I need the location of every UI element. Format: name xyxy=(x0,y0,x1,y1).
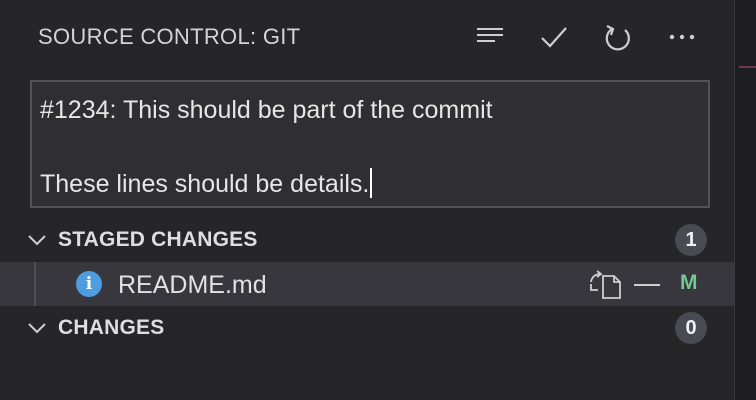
view-as-list-icon[interactable] xyxy=(473,20,507,54)
refresh-icon[interactable] xyxy=(601,20,635,54)
staged-count-badge: 1 xyxy=(675,224,707,256)
changes-header[interactable]: CHANGES 0 xyxy=(0,306,734,350)
chevron-down-icon xyxy=(26,230,48,250)
staged-file-row[interactable]: i README.md M xyxy=(0,262,734,306)
unstage-minus-icon[interactable] xyxy=(632,270,662,300)
staged-changes-label: STAGED CHANGES xyxy=(58,228,258,251)
commit-message-details-text: These lines should be details. xyxy=(40,170,370,198)
more-actions-icon[interactable] xyxy=(665,20,699,54)
editor-edge xyxy=(734,0,756,400)
staged-changes-header[interactable]: STAGED CHANGES 1 xyxy=(0,218,734,262)
tree-indent-guide xyxy=(34,262,36,306)
file-name: README.md xyxy=(118,271,267,299)
info-icon: i xyxy=(76,271,102,297)
panel-title: SOURCE CONTROL: GIT xyxy=(38,24,301,49)
source-control-panel: SOURCE CONTROL: GIT #1234: This should b… xyxy=(0,0,734,400)
changes-count-badge: 0 xyxy=(675,312,707,344)
panel-header: SOURCE CONTROL: GIT xyxy=(0,0,734,72)
commit-message-details: These lines should be details. xyxy=(40,168,373,199)
file-status-modified: M xyxy=(680,271,698,294)
open-file-icon[interactable] xyxy=(588,270,622,300)
text-cursor xyxy=(370,168,373,198)
commit-checkmark-icon[interactable] xyxy=(537,20,571,54)
commit-message-input[interactable]: #1234: This should be part of the commit… xyxy=(30,80,710,208)
chevron-down-icon xyxy=(26,318,48,338)
editor-edge-mark xyxy=(739,66,756,68)
commit-message-summary: #1234: This should be part of the commit xyxy=(40,96,493,124)
changes-label: CHANGES xyxy=(58,316,165,339)
